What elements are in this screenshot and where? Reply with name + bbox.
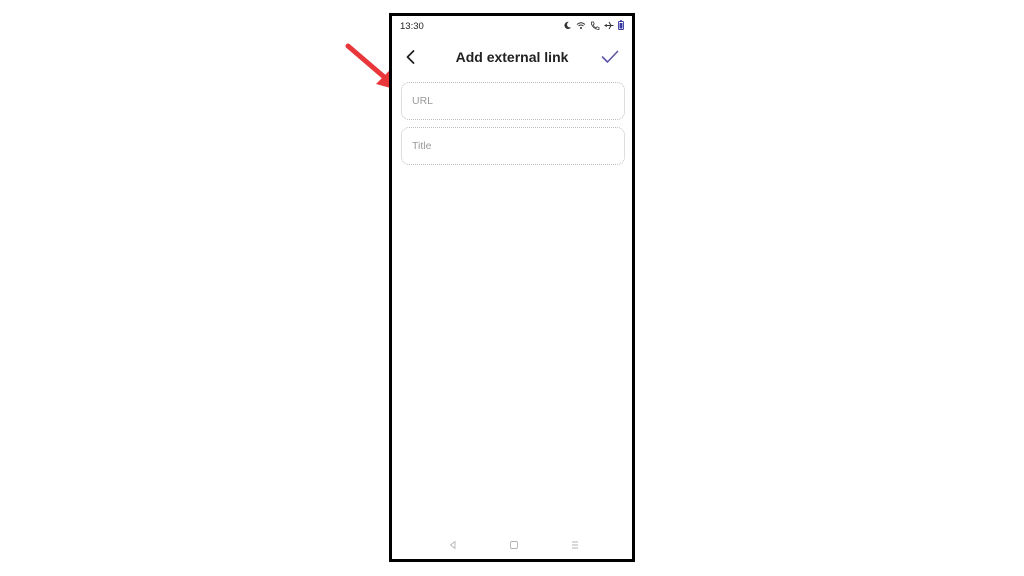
app-bar: Add external link — [392, 42, 632, 72]
checkmark-icon — [601, 50, 619, 63]
url-field — [401, 82, 625, 120]
nav-recents-icon[interactable] — [569, 539, 581, 551]
airplane-icon — [604, 21, 614, 29]
status-time: 13:30 — [400, 21, 424, 32]
status-bar: 13:30 — [392, 16, 632, 38]
battery-icon — [618, 20, 624, 30]
url-input[interactable] — [412, 83, 612, 119]
page-title: Add external link — [455, 49, 569, 65]
status-icons — [563, 20, 624, 30]
phone-frame: 13:30 Add external link URL Title — [389, 13, 635, 562]
system-nav-bar — [392, 537, 632, 553]
wifi-icon — [576, 21, 586, 29]
title-input[interactable] — [412, 128, 612, 164]
call-icon — [591, 21, 600, 30]
nav-back-icon[interactable] — [447, 539, 459, 551]
moon-icon — [564, 21, 572, 29]
chevron-left-icon — [406, 50, 415, 64]
confirm-button[interactable] — [600, 48, 620, 66]
screenshot-stage: 13:30 Add external link URL Title — [0, 0, 1024, 576]
back-button[interactable] — [402, 48, 420, 66]
title-field — [401, 127, 625, 165]
nav-home-icon[interactable] — [508, 539, 520, 551]
